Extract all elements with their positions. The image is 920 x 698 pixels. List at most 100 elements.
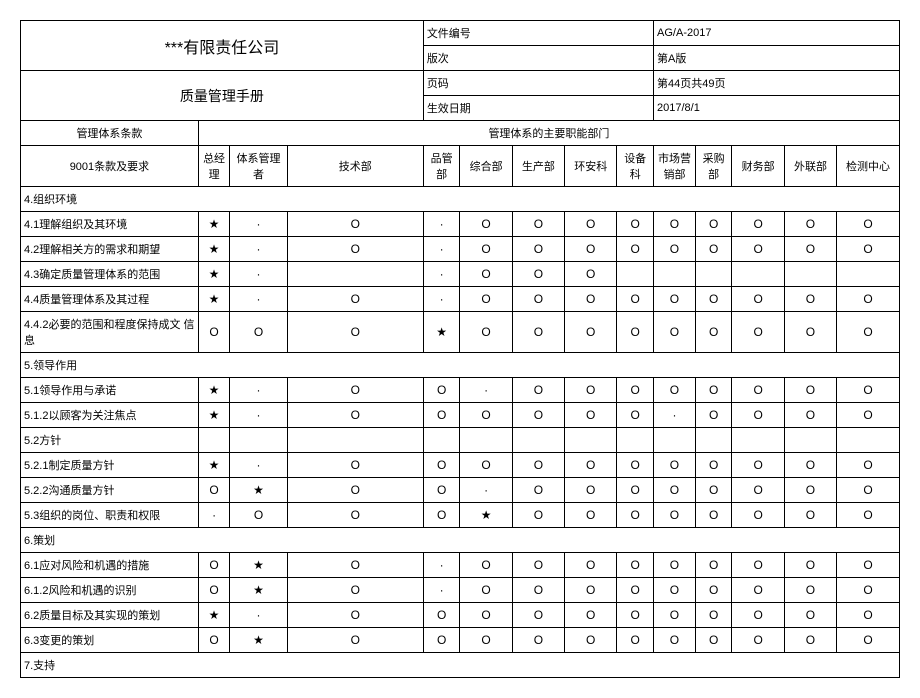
col-c7: 环安科 [565,146,617,187]
cell: O [460,287,512,312]
cell: · [654,403,696,428]
cell: O [287,237,423,262]
cell: O [565,403,617,428]
cell: O [654,453,696,478]
cell [732,428,784,453]
cell: O [512,453,564,478]
cell: O [565,453,617,478]
cell: ★ [198,603,229,628]
cell: O [837,478,900,503]
cell: O [784,503,836,528]
page-value: 第44页共49页 [654,71,900,96]
cell [230,428,288,453]
page-label: 页码 [423,71,653,96]
cell [512,428,564,453]
cell: O [784,312,836,353]
section-row: 4.组织环境 [21,187,900,212]
cell: O [460,237,512,262]
cell [287,428,423,453]
cell [654,262,696,287]
cell [837,262,900,287]
cell: O [837,628,900,653]
cell: O [460,212,512,237]
cell: O [617,453,654,478]
cell: O [512,553,564,578]
cell: O [287,553,423,578]
row-label: 4.2理解相关方的需求和期望 [21,237,199,262]
cell: · [230,378,288,403]
cell [617,262,654,287]
cell: O [460,553,512,578]
cell: O [617,503,654,528]
row-label: 6.3变更的策划 [21,628,199,653]
cell: O [732,553,784,578]
cell [617,428,654,453]
cell: ★ [198,212,229,237]
cell: · [423,553,460,578]
col-c4: 品管部 [423,146,460,187]
cell: O [198,628,229,653]
cell: O [695,287,732,312]
cell: O [198,578,229,603]
row-label: 4.3确定质量管理体系的范围 [21,262,199,287]
cell: O [695,237,732,262]
section-row: 6.策划 [21,528,900,553]
col-c0: 9001条款及要求 [21,146,199,187]
cell: · [230,262,288,287]
cell: O [695,503,732,528]
eff-value: 2017/8/1 [654,96,900,121]
cell: O [695,478,732,503]
cell: O [423,628,460,653]
cell: O [512,212,564,237]
cell: · [230,212,288,237]
cell: O [784,628,836,653]
cell: O [695,628,732,653]
cell: O [837,578,900,603]
row-label: 6.2质量目标及其实现的策划 [21,603,199,628]
cell [654,428,696,453]
cell [695,262,732,287]
cell: O [423,503,460,528]
col-c8: 设备科 [617,146,654,187]
cell: O [198,553,229,578]
cell: O [460,403,512,428]
row-label: 5.2.1制定质量方针 [21,453,199,478]
cell: O [784,403,836,428]
col-c10: 采购部 [695,146,732,187]
cell: O [654,503,696,528]
cell: O [654,578,696,603]
cell: O [565,287,617,312]
col-c11: 财务部 [732,146,784,187]
col-c13: 检测中心 [837,146,900,187]
cell: O [512,287,564,312]
cell [837,428,900,453]
cell: O [732,378,784,403]
cell: ★ [423,312,460,353]
row-label: 6.1.2风险和机遇的识别 [21,578,199,603]
cell: O [287,628,423,653]
cell: · [230,603,288,628]
cell: O [198,478,229,503]
row-label: 6.1应对风险和机遇的措施 [21,553,199,578]
cell: O [695,603,732,628]
cell [565,428,617,453]
rev-value: 第A版 [654,46,900,71]
cell: O [732,453,784,478]
row-label: 4.4.2必要的范围和程度保持成文 信息 [21,312,199,353]
col-c12: 外联部 [784,146,836,187]
cell: O [423,478,460,503]
cell: O [512,237,564,262]
cell: O [732,628,784,653]
cell: ★ [198,262,229,287]
section-row: 7.支持 [21,653,900,678]
cell [695,428,732,453]
cell: O [695,312,732,353]
cell: O [695,453,732,478]
cell: · [230,287,288,312]
cell: O [460,628,512,653]
col-c1: 总经理 [198,146,229,187]
cell: O [732,403,784,428]
cell: O [565,578,617,603]
clause-head: 管理体系条款 [21,121,199,146]
cell: ★ [198,378,229,403]
